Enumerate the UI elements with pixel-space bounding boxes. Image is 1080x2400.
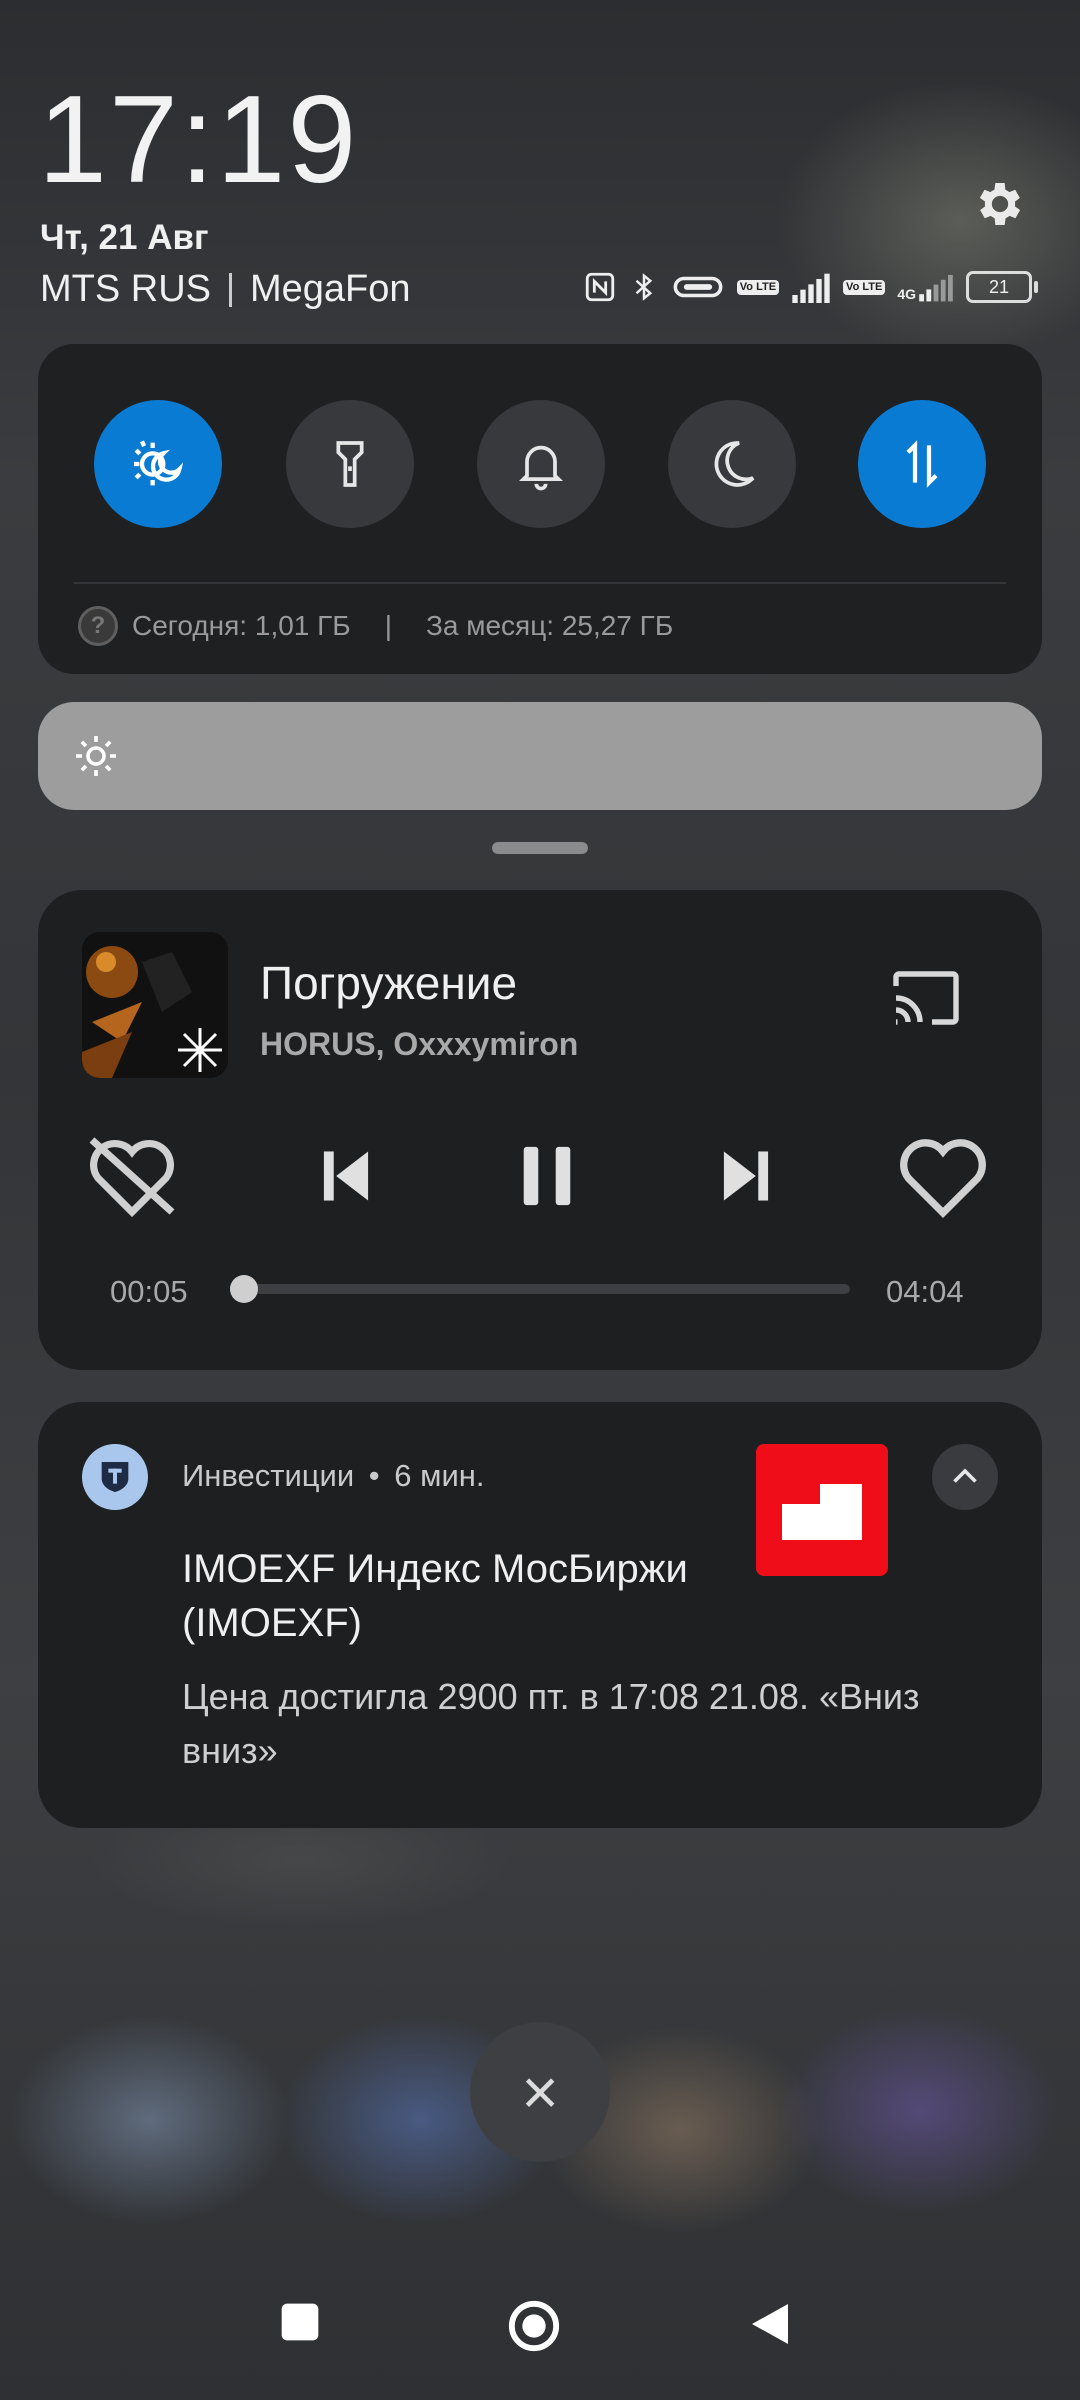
- circle-icon: [508, 2300, 560, 2352]
- qs-divider: [74, 582, 1006, 584]
- flashlight-tile[interactable]: [286, 400, 414, 528]
- carrier-row: MTS RUS MegaFon: [40, 268, 411, 311]
- date[interactable]: Чт, 21 Авг: [40, 218, 209, 258]
- data-today: Сегодня: 1,01 ГБ: [132, 610, 351, 641]
- moon-icon: [714, 441, 755, 487]
- signal-icon: [792, 273, 830, 303]
- broken-heart-icon: [89, 1137, 175, 1218]
- recents-button[interactable]: [278, 2300, 322, 2349]
- album-art[interactable]: [82, 932, 228, 1078]
- help-icon[interactable]: ?: [78, 606, 118, 646]
- cast-icon[interactable]: [890, 968, 962, 1028]
- mobile-data-tile[interactable]: [858, 400, 986, 528]
- notification-title: IMOEXF Индекс МосБиржи (IMOEXF): [182, 1547, 688, 1645]
- home-button[interactable]: [506, 2298, 562, 2359]
- sound-tile[interactable]: [477, 400, 605, 528]
- sun-moon-icon: [134, 440, 184, 486]
- network-badge: 4G: [897, 286, 916, 302]
- volte-icon: Vo LTE: [736, 279, 780, 295]
- bluetooth-icon: [635, 273, 652, 301]
- pause-icon: [523, 1146, 571, 1206]
- elapsed-time: 00:05: [110, 1274, 188, 1309]
- collapse-button[interactable]: [932, 1444, 998, 1510]
- seek-bar[interactable]: [230, 1275, 850, 1303]
- dark-mode-tile[interactable]: [668, 400, 796, 528]
- investments-app-icon: [82, 1444, 148, 1510]
- data-arrows-icon: [906, 440, 938, 488]
- like-button[interactable]: [888, 1126, 998, 1226]
- notification-thumbnail: [756, 1444, 888, 1576]
- auto-brightness-tile[interactable]: [94, 400, 222, 528]
- data-usage-row[interactable]: ? Сегодня: 1,01 ГБ | За месяц: 25,27 ГБ: [78, 606, 673, 646]
- previous-track-button[interactable]: [306, 1126, 386, 1226]
- chevron-up-icon: [953, 1468, 977, 1483]
- sun-icon: [76, 736, 116, 776]
- quick-settings-panel: ? Сегодня: 1,01 ГБ | За месяц: 25,27 ГБ: [38, 344, 1042, 674]
- seek-thumb[interactable]: [230, 1275, 258, 1303]
- panel-drag-handle[interactable]: [492, 842, 588, 854]
- clear-all-button[interactable]: ×: [470, 2022, 610, 2162]
- carrier-1: MTS RUS: [40, 268, 211, 310]
- clock[interactable]: 17:19: [38, 78, 358, 202]
- song-title: Погружение: [260, 957, 518, 1009]
- link-icon: [673, 276, 723, 298]
- track-duration: 04:04: [886, 1274, 964, 1309]
- song-artist: HORUS, Oxxxymiron: [260, 1026, 579, 1062]
- header-bullet: •: [368, 1458, 380, 1493]
- square-icon: [281, 2303, 319, 2341]
- data-separator: |: [384, 610, 392, 641]
- back-button[interactable]: [748, 2300, 792, 2353]
- carrier-separator: [229, 272, 232, 307]
- skip-previous-icon: [323, 1151, 369, 1201]
- next-track-button[interactable]: [706, 1126, 786, 1226]
- data-month: За месяц: 25,27 ГБ: [425, 610, 674, 641]
- settings-gear-icon[interactable]: [972, 176, 1028, 232]
- notification-card[interactable]: Инвестиции • 6 мин. IMOEXF Индекс МосБир…: [38, 1402, 1042, 1828]
- skip-next-icon: [723, 1151, 769, 1201]
- triangle-back-icon: [752, 2304, 788, 2344]
- battery-icon: 21: [966, 271, 1038, 303]
- signal-4g-icon: 4G: [897, 272, 954, 302]
- nfc-icon: [585, 272, 614, 302]
- bell-icon: [518, 445, 564, 491]
- carrier-2: MegaFon: [250, 268, 411, 310]
- status-icons: Vo LTE Vo LTE 4G 21: [583, 270, 1038, 304]
- dislike-button[interactable]: [82, 1126, 182, 1226]
- notification-header: Инвестиции • 6 мин.: [182, 1458, 485, 1494]
- heart-icon: [900, 1139, 986, 1219]
- notification-app-name: Инвестиции: [182, 1458, 355, 1493]
- battery-level: 21: [988, 276, 1010, 297]
- media-player-card: Погружение HORUS, Oxxxymiron 00:05 04:04: [38, 890, 1042, 1370]
- volte-icon-2: Vo LTE: [843, 279, 886, 295]
- close-icon: ×: [521, 2056, 559, 2128]
- notification-body: Цена достигла 2900 пт. в 17:08 21.08. «В…: [182, 1676, 920, 1771]
- flashlight-icon: [336, 441, 364, 487]
- notification-age: 6 мин.: [394, 1458, 485, 1493]
- brightness-slider[interactable]: [38, 702, 1042, 810]
- pause-button[interactable]: [502, 1126, 592, 1226]
